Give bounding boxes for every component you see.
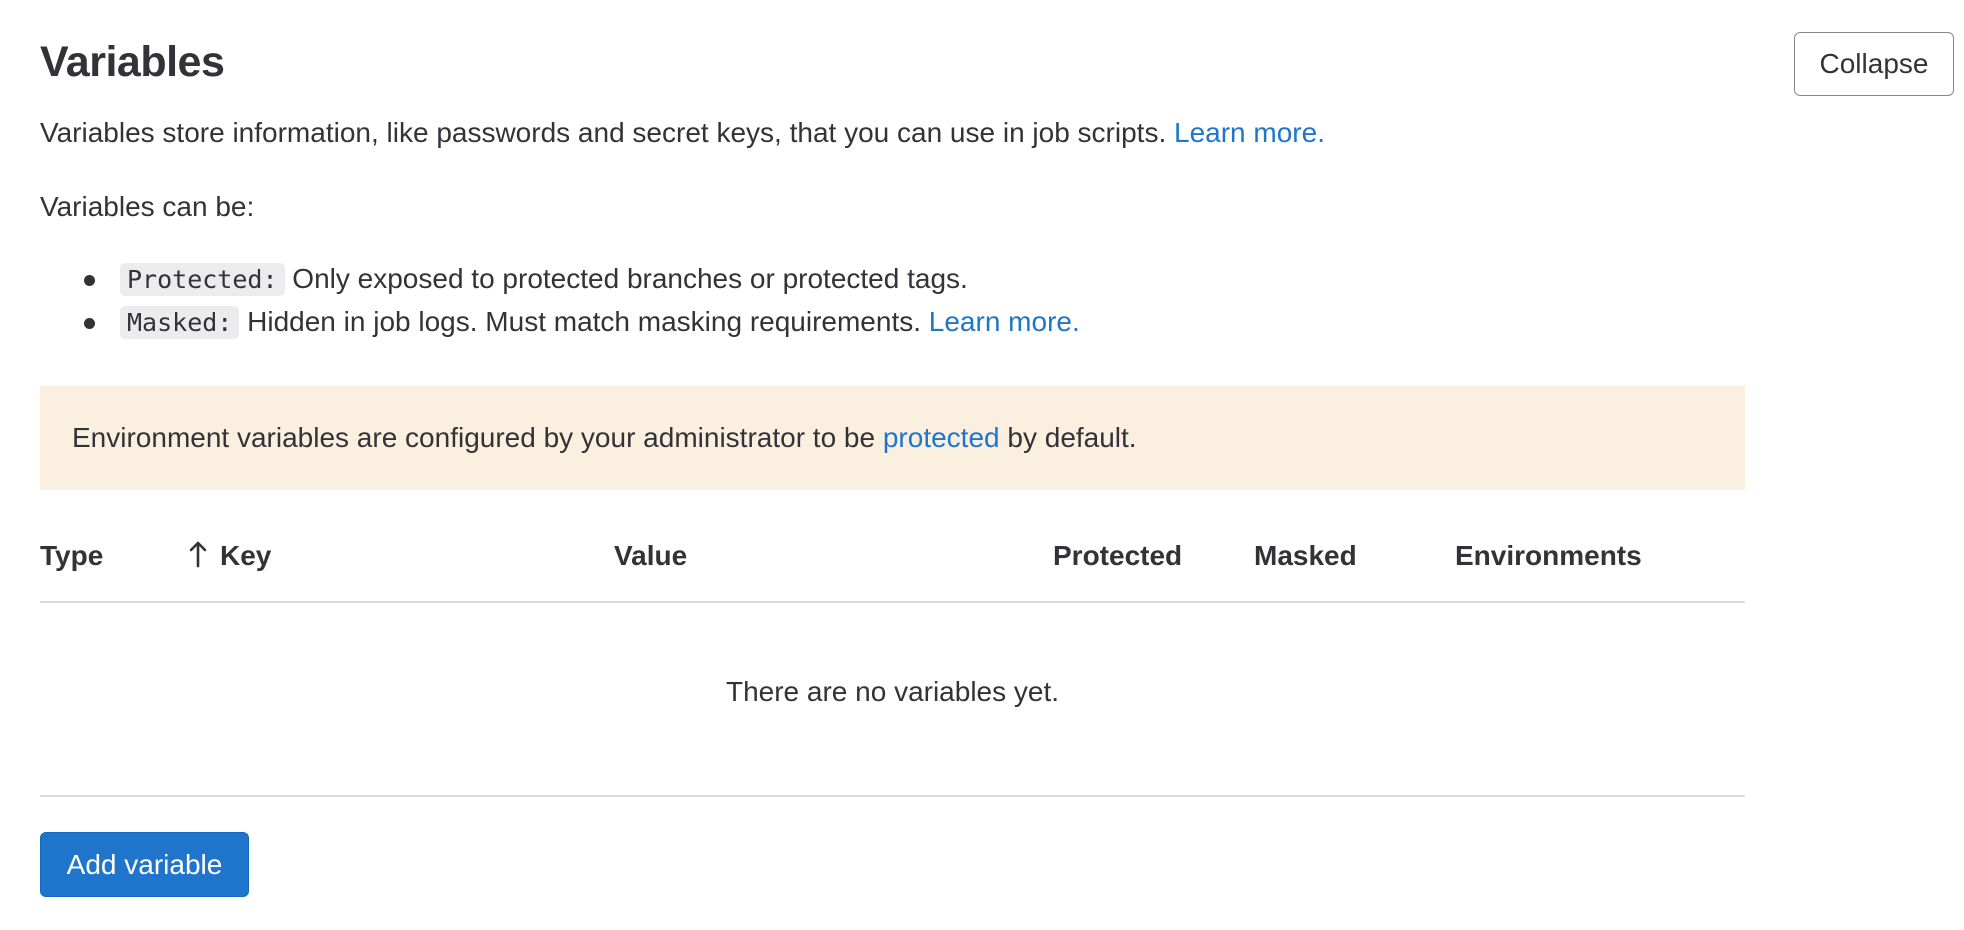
table-header: Type Key Value Protected Masked Environm… <box>40 512 1745 603</box>
variables-description: Variables store information, like passwo… <box>40 115 1325 151</box>
collapse-button[interactable]: Collapse <box>1794 32 1954 96</box>
page-title: Variables <box>40 38 225 86</box>
bullet-icon <box>84 318 95 329</box>
empty-state-text: There are no variables yet. <box>725 676 1060 707</box>
protected-code: Protected: <box>120 263 285 296</box>
column-header-environments: Environments <box>1455 540 1642 571</box>
masked-code: Masked: <box>120 306 240 339</box>
column-header-value: Value <box>614 540 688 571</box>
variables-table: Type Key Value Protected Masked Environm… <box>40 512 1745 797</box>
list-item-masked: Masked: Hidden in job logs. Must match m… <box>84 304 1080 347</box>
add-variable-button[interactable]: Add variable <box>40 832 249 897</box>
list-item-protected: Protected: Only exposed to protected bra… <box>84 261 1080 304</box>
column-header-protected: Protected <box>1053 540 1183 571</box>
description-text: Variables store information, like passwo… <box>40 117 1167 148</box>
alert-text-before: Environment variables are configured by … <box>72 422 876 453</box>
table-empty-row: There are no variables yet. <box>40 603 1745 797</box>
variables-can-be-text: Variables can be: <box>40 191 255 222</box>
learn-more-link[interactable]: Learn more. <box>1174 117 1325 148</box>
column-header-key[interactable]: Key <box>188 538 271 574</box>
column-header-type: Type <box>40 540 104 571</box>
column-header-key-label: Key <box>220 540 272 571</box>
alert-text-after: by default. <box>1007 422 1137 453</box>
column-header-masked: Masked <box>1254 540 1357 571</box>
variable-rules-list: Protected: Only exposed to protected bra… <box>84 261 1080 347</box>
masking-learn-more-link[interactable]: Learn more. <box>929 306 1080 337</box>
protected-link[interactable]: protected <box>883 422 1000 453</box>
masked-description: Hidden in job logs. Must match masking r… <box>247 306 921 337</box>
bullet-icon <box>84 275 95 286</box>
protected-description: Only exposed to protected branches or pr… <box>292 263 968 294</box>
arrow-up-icon <box>189 541 207 568</box>
protected-default-alert: Environment variables are configured by … <box>40 386 1745 490</box>
